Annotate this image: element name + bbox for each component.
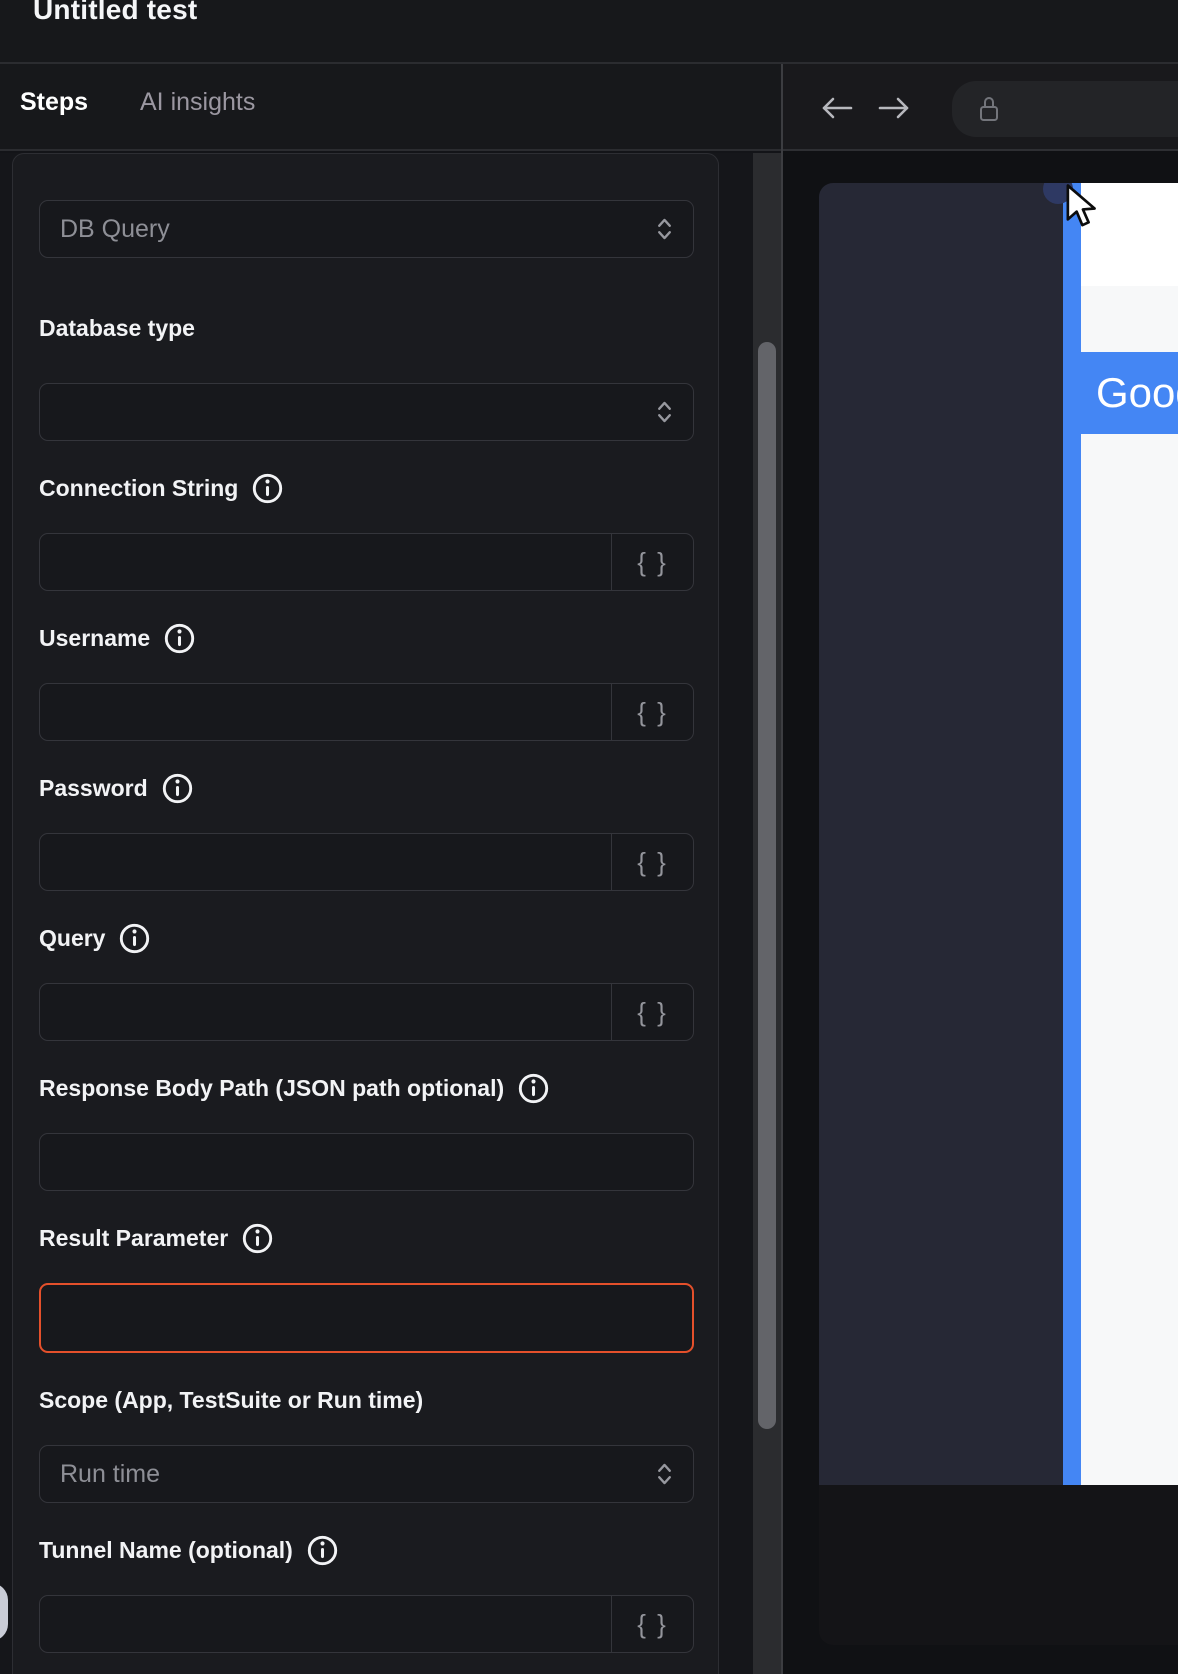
field-scope: Scope (App, TestSuite or Run time) Run ti… (39, 1383, 692, 1503)
select-database-type[interactable] (39, 383, 694, 441)
chevron-updown-icon (656, 1461, 673, 1487)
field-label-row: Result Parameter (39, 1221, 692, 1255)
field-label: Connection String (39, 475, 238, 502)
form-scrollbar-thumb[interactable] (758, 342, 776, 1429)
field-label: Query (39, 925, 105, 952)
input-wrap-tunnel-name[interactable]: { } (39, 1595, 694, 1653)
input-query[interactable] (40, 984, 611, 1040)
field-query: Query { } (39, 921, 692, 1041)
select-value (40, 384, 635, 440)
preview-screen[interactable]: Goog (819, 183, 1178, 1485)
field-label-row: Username (39, 621, 692, 655)
insert-parameter-button[interactable]: { } (611, 534, 693, 590)
page-gray-section-lower (1081, 434, 1178, 1485)
field-response-body-path: Response Body Path (JSON path optional) (39, 1071, 692, 1191)
info-icon[interactable] (517, 1072, 550, 1105)
field-label: Username (39, 625, 150, 652)
input-wrap-connection-string[interactable]: { } (39, 533, 694, 591)
insert-parameter-button[interactable]: { } (611, 984, 693, 1040)
field-result-parameter: Result Parameter (39, 1221, 692, 1353)
form-scrollbar[interactable] (753, 153, 781, 1674)
lock-icon (977, 94, 1001, 124)
forward-button[interactable] (876, 95, 912, 121)
info-icon[interactable] (241, 1222, 274, 1255)
insert-parameter-button[interactable]: { } (611, 1596, 693, 1652)
tab-ai-insights[interactable]: AI insights (140, 88, 255, 117)
select-value: DB Query (40, 201, 635, 257)
preview-page-region: Goog (1081, 183, 1178, 1485)
preview-card: Goog 01: (819, 183, 1178, 1645)
select-chevron (635, 384, 693, 440)
field-database-type: Database type (39, 311, 692, 441)
input-result-parameter[interactable] (41, 1285, 692, 1351)
page-gray-section (1081, 286, 1178, 352)
field-label: Database type (39, 315, 195, 342)
info-icon[interactable] (161, 772, 194, 805)
info-icon[interactable] (118, 922, 151, 955)
input-wrap-username[interactable]: { } (39, 683, 694, 741)
expand-sidebar-handle[interactable] (0, 1583, 8, 1641)
db-query-form: DB Query Database type Connection String { … (39, 200, 692, 1653)
select-chevron (635, 1446, 693, 1502)
step-form-scroll-area: DB Query Database type Connection String { … (0, 153, 781, 1674)
chevron-updown-icon (656, 216, 673, 242)
insert-parameter-button[interactable]: { } (611, 684, 693, 740)
field-label: Scope (App, TestSuite or Run time) (39, 1387, 423, 1414)
field-tunnel-name: Tunnel Name (optional) { } (39, 1533, 692, 1653)
playback-controls-bar[interactable]: 01: (819, 1485, 1178, 1645)
browser-toolbar (783, 64, 1178, 151)
input-wrap-response-body-path[interactable] (39, 1133, 694, 1191)
info-icon[interactable] (163, 622, 196, 655)
test-title: Untitled test (33, 0, 197, 26)
input-wrap-result-parameter[interactable] (39, 1283, 694, 1353)
input-tunnel-name[interactable] (40, 1596, 611, 1652)
chevron-updown-icon (656, 399, 673, 425)
field-label-row: Database type (39, 311, 692, 345)
input-wrap-query[interactable]: { } (39, 983, 694, 1041)
select-scope[interactable]: Run time (39, 1445, 694, 1503)
field-password: Password { } (39, 771, 692, 891)
field-label: Password (39, 775, 148, 802)
input-username[interactable] (40, 684, 611, 740)
field-connection-string: Connection String { } (39, 471, 692, 591)
select-value: Run time (40, 1446, 635, 1502)
select-chevron (635, 201, 693, 257)
preview-blue-bar (1063, 183, 1081, 1485)
info-icon[interactable] (306, 1534, 339, 1567)
tab-bar: Steps AI insights (0, 64, 781, 151)
select-step-type[interactable]: DB Query (39, 200, 694, 258)
back-button[interactable] (819, 95, 855, 121)
input-wrap-password[interactable]: { } (39, 833, 694, 891)
field-step-type: DB Query (39, 200, 692, 258)
field-label-row: Scope (App, TestSuite or Run time) (39, 1383, 692, 1417)
input-password[interactable] (40, 834, 611, 890)
address-bar[interactable] (952, 81, 1178, 137)
input-response-body-path[interactable] (40, 1134, 693, 1190)
input-connection-string[interactable] (40, 534, 611, 590)
google-brand-band: Goog (1081, 352, 1178, 434)
window-header: Untitled test (0, 0, 1178, 64)
preview-dark-region (819, 183, 1063, 1485)
field-label: Result Parameter (39, 1225, 228, 1252)
info-icon[interactable] (251, 472, 284, 505)
field-label: Response Body Path (JSON path optional) (39, 1075, 504, 1102)
app-window: Untitled test Steps AI insights DB Query… (0, 0, 1178, 1674)
field-label: Tunnel Name (optional) (39, 1537, 293, 1564)
field-label-row: Query (39, 921, 692, 955)
insert-parameter-button[interactable]: { } (611, 834, 693, 890)
field-label-row: Response Body Path (JSON path optional) (39, 1071, 692, 1105)
google-brand-text: Goog (1081, 369, 1178, 417)
browser-preview-pane: Goog 01: (783, 64, 1178, 1674)
field-label-row: Tunnel Name (optional) (39, 1533, 692, 1567)
tab-steps[interactable]: Steps (20, 88, 88, 117)
field-username: Username { } (39, 621, 692, 741)
step-config-pane: Steps AI insights DB Query Database type C… (0, 64, 781, 1674)
cursor-icon (1063, 184, 1101, 228)
preview-content: Goog 01: (783, 153, 1178, 1674)
step-config-card: DB Query Database type Connection String { … (12, 153, 719, 1674)
field-label-row: Password (39, 771, 692, 805)
field-label-row: Connection String (39, 471, 692, 505)
